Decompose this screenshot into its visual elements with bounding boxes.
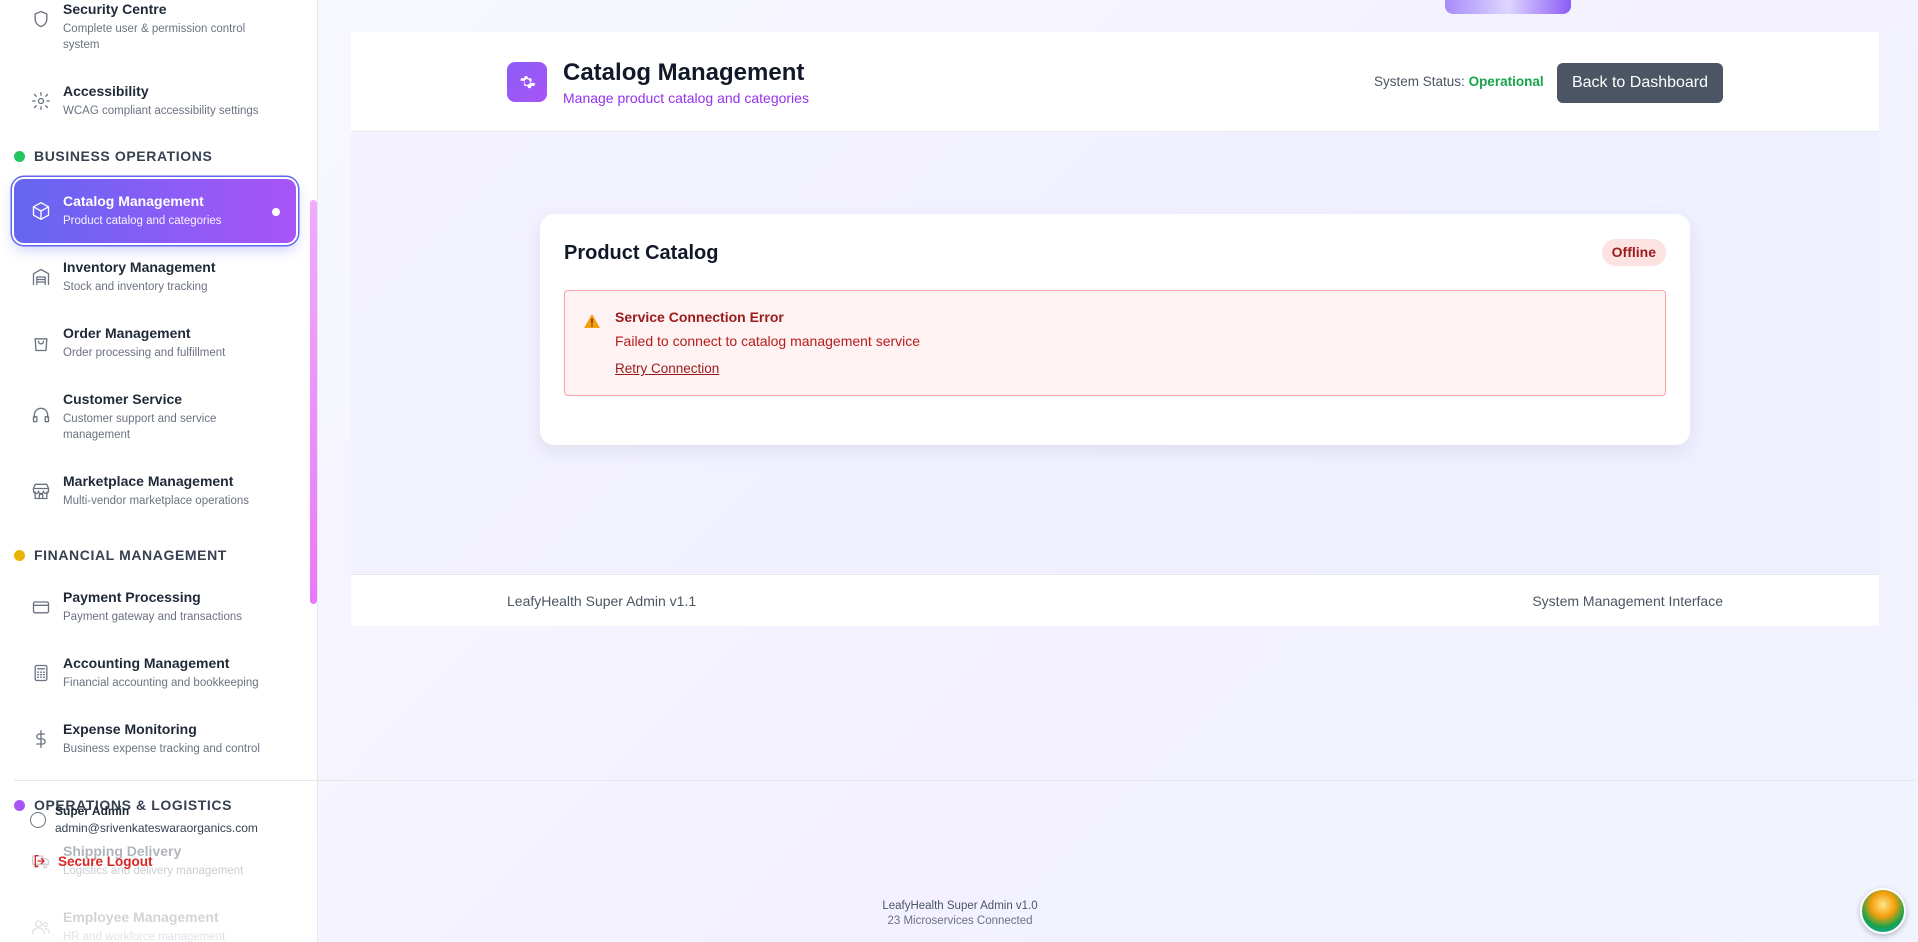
section-dot (14, 799, 25, 811)
user-panel-divider (14, 780, 1916, 781)
page-title: Catalog Management (563, 59, 805, 86)
sidebar-item-catalog-management[interactable]: Catalog Management Product catalog and c… (14, 179, 296, 243)
sidebar-item-desc: Order processing and fulfillment (63, 347, 226, 359)
sidebar-item-title: Catalog Management (63, 193, 204, 209)
sidebar-item-employee-management[interactable]: Employee Management HR and workforce man… (14, 895, 296, 942)
calculator-icon (30, 662, 52, 684)
sidebar-item-desc: WCAG compliant accessibility settings (63, 105, 259, 117)
sidebar-item-accounting-management[interactable]: Accounting Management Financial accounti… (14, 641, 296, 705)
shopping-bag-icon (30, 332, 52, 354)
users-icon (30, 916, 52, 938)
sidebar-item-order-management[interactable]: Order Management Order processing and fu… (14, 311, 296, 375)
section-label: FINANCIAL MANAGEMENT (34, 547, 227, 563)
sidebar-item-desc: Customer support and service management (63, 413, 217, 441)
shield-icon (30, 8, 52, 30)
store-icon (30, 480, 52, 502)
sidebar-item-title: Accessibility (63, 83, 149, 99)
error-message: Failed to connect to catalog management … (615, 333, 921, 349)
user-icon (30, 812, 46, 828)
sidebar-item-title: Accounting Management (63, 655, 230, 671)
sidebar-item-desc: Financial accounting and bookkeeping (63, 677, 259, 689)
app-footer: LeafyHealth Super Admin v1.0 23 Microser… (800, 899, 1120, 929)
sidebar-item-desc: Business expense tracking and control (63, 743, 260, 755)
logout-icon (34, 855, 45, 867)
card-title: Product Catalog (564, 242, 719, 264)
warning-icon (584, 314, 600, 328)
page-header: Catalog Management Manage product catalo… (351, 32, 1879, 132)
sidebar-item-title: Employee Management (63, 909, 219, 925)
sidebar-item-desc: HR and workforce management (63, 931, 226, 942)
error-title: Service Connection Error (615, 309, 784, 325)
user-email: admin@srivenkateswaraorganics.com (55, 821, 258, 835)
active-indicator (272, 208, 280, 216)
section-business-operations: BUSINESS OPERATIONS (14, 148, 212, 164)
sidebar-item-inventory-management[interactable]: Inventory Management Stock and inventory… (14, 245, 296, 309)
section-financial-management: FINANCIAL MANAGEMENT (14, 547, 227, 563)
assistant-avatar[interactable] (1860, 888, 1906, 934)
page-subtitle: Manage product catalog and categories (563, 90, 809, 106)
sidebar-scrollbar[interactable] (310, 200, 317, 604)
sidebar-item-desc: Multi-vendor marketplace operations (63, 495, 250, 507)
user-name: Super Admin (55, 804, 130, 818)
sidebar-item-title: Inventory Management (63, 259, 216, 275)
sidebar-item-title: Marketplace Management (63, 473, 234, 489)
footer-version: LeafyHealth Super Admin v1.1 (507, 593, 697, 609)
sidebar-item-customer-service[interactable]: Customer Service Customer support and se… (14, 377, 296, 453)
error-alert: Service Connection Error Failed to conne… (564, 290, 1666, 396)
sidebar-item-desc: Stock and inventory tracking (63, 281, 208, 293)
sidebar-item-title: Order Management (63, 325, 191, 341)
app-footer-version: LeafyHealth Super Admin v1.0 (882, 900, 1038, 912)
section-dot (14, 150, 25, 162)
sidebar-item-title: Customer Service (63, 391, 183, 407)
dollar-icon (30, 728, 52, 750)
sidebar-item-security-centre[interactable]: Security Centre Complete user & permissi… (14, 0, 296, 51)
sidebar-item-desc: Product catalog and categories (63, 215, 222, 227)
status-badge: Offline (1601, 239, 1666, 266)
sidebar: Security Centre Complete user & permissi… (0, 0, 318, 942)
footer-interface-label: System Management Interface (1532, 593, 1723, 609)
sidebar-item-desc: Complete user & permission control syste… (63, 23, 246, 51)
section-label: BUSINESS OPERATIONS (34, 148, 213, 164)
section-dot (14, 549, 25, 561)
sidebar-item-title: Security Centre (63, 1, 167, 17)
logout-label: Secure Logout (58, 853, 153, 869)
headphones-icon (30, 404, 52, 426)
package-icon (30, 200, 52, 222)
back-to-dashboard-button[interactable]: Back to Dashboard (1557, 63, 1723, 103)
product-catalog-card: Product Catalog Offline Service Connecti… (540, 214, 1690, 445)
app-footer-services: 23 Microservices Connected (887, 915, 1033, 927)
sidebar-item-desc: Payment gateway and transactions (63, 611, 242, 623)
system-status-value: Operational (1468, 74, 1544, 89)
catalog-gear-icon (507, 62, 547, 102)
gear-icon (30, 90, 52, 112)
system-status: System Status: Operational (1374, 74, 1544, 89)
sidebar-item-title: Expense Monitoring (63, 721, 197, 737)
sidebar-item-marketplace-management[interactable]: Marketplace Management Multi-vendor mark… (14, 459, 296, 523)
content-footer: LeafyHealth Super Admin v1.1 System Mana… (351, 574, 1879, 626)
logout-button[interactable]: Secure Logout (32, 853, 153, 869)
floating-preview-image (1445, 0, 1571, 14)
retry-connection-link[interactable]: Retry Connection (615, 361, 719, 376)
sidebar-item-accessibility[interactable]: Accessibility WCAG compliant accessibili… (14, 69, 296, 133)
sidebar-item-expense-monitoring[interactable]: Expense Monitoring Business expense trac… (14, 707, 296, 771)
warehouse-icon (30, 266, 52, 288)
system-status-label: System Status: (1374, 74, 1465, 89)
sidebar-item-payment-processing[interactable]: Payment Processing Payment gateway and t… (14, 575, 296, 639)
sidebar-item-title: Payment Processing (63, 589, 201, 605)
credit-card-icon (30, 596, 52, 618)
